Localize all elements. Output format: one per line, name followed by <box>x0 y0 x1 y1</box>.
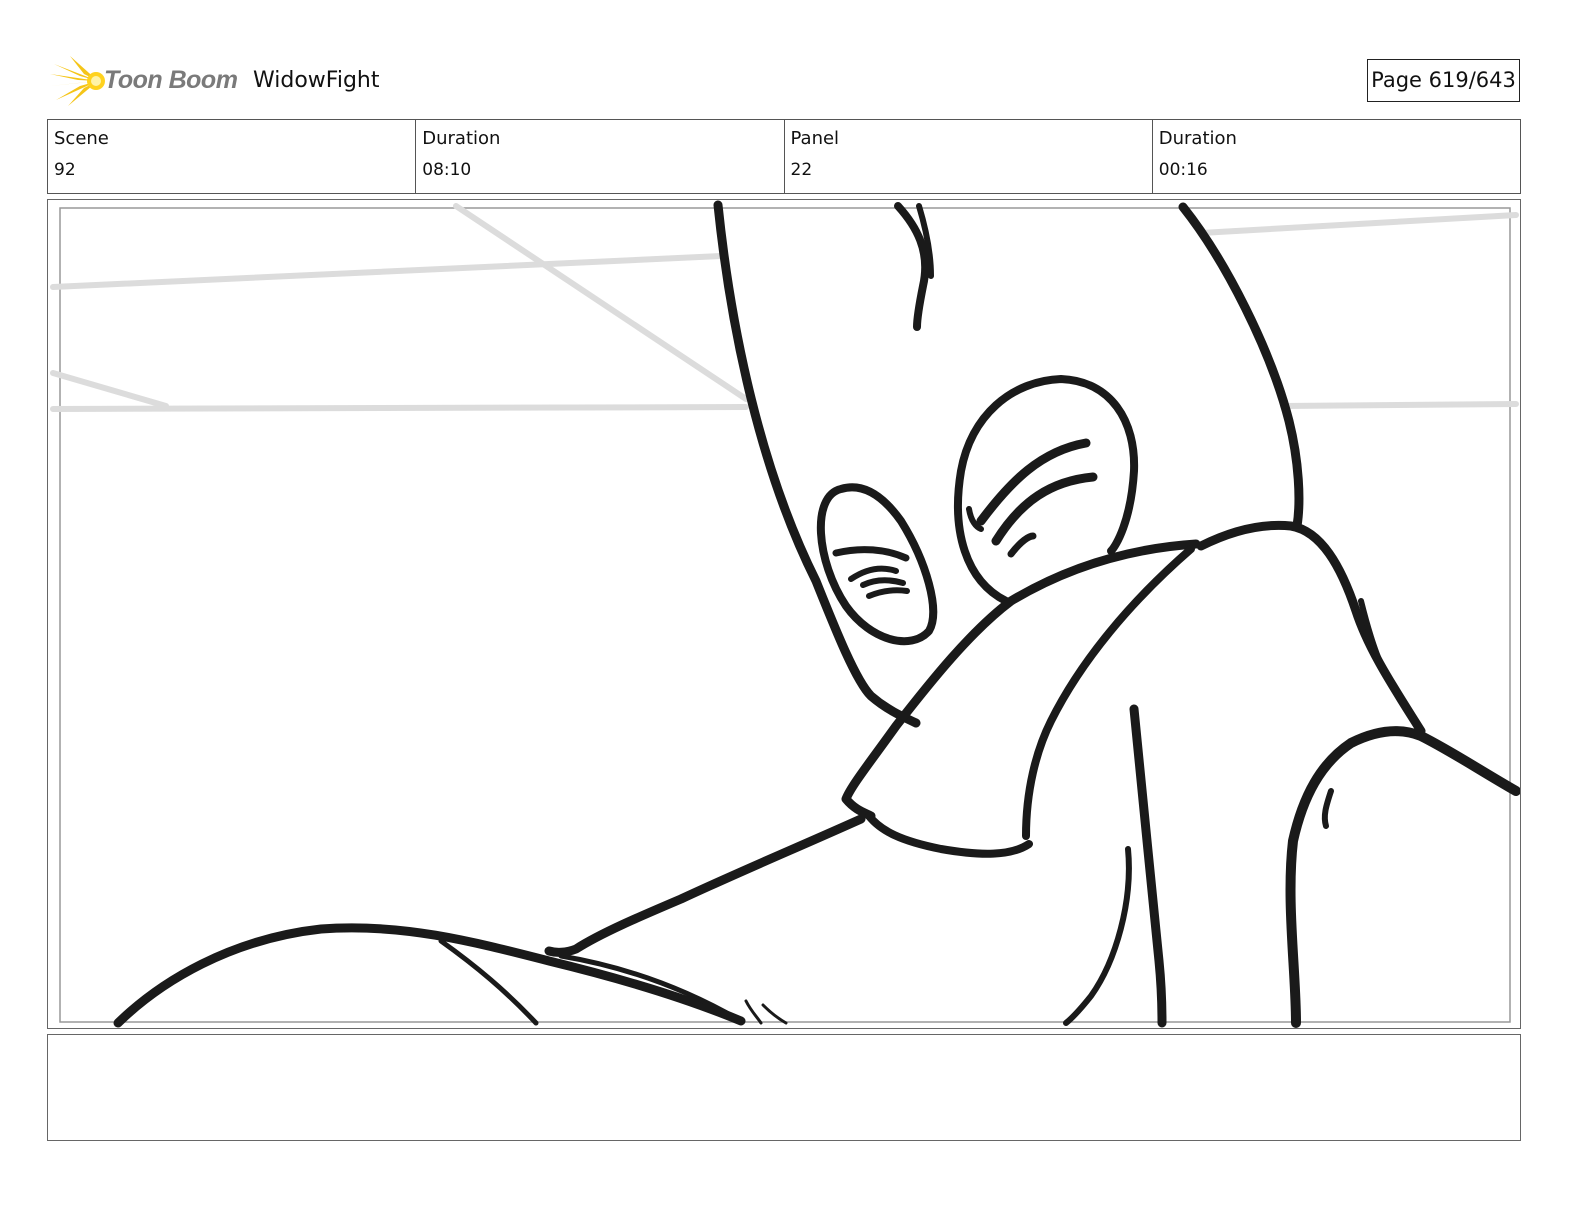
brand-name: Toon Boom <box>104 66 238 94</box>
panel-duration-value: 00:16 <box>1158 160 1208 180</box>
scene-duration-value: 08:10 <box>422 160 472 180</box>
storyboard-header: Toon Boom WidowFight <box>50 56 1540 106</box>
character-sketch <box>113 200 1520 1028</box>
project-title: WidowFight <box>253 68 380 93</box>
panel-duration-label: Duration <box>1158 128 1237 149</box>
scene-duration-label: Duration <box>422 128 501 149</box>
panel-sketch <box>50 200 1520 1028</box>
panel-duration-cell: Duration 00:16 <box>1153 120 1520 193</box>
scene-duration-cell: Duration 08:10 <box>416 120 785 193</box>
page-indicator: Page 619/643 <box>1367 59 1520 102</box>
panel-value: 22 <box>790 160 813 180</box>
panel-notes-box <box>47 1034 1521 1141</box>
panel-cell: Panel 22 <box>785 120 1153 193</box>
panel-drawing-frame <box>47 199 1521 1029</box>
scene-info-table: Scene 92 Duration 08:10 Panel 22 Duratio… <box>47 119 1521 194</box>
toon-boom-star-icon <box>50 56 105 106</box>
scene-value: 92 <box>54 160 76 180</box>
scene-cell: Scene 92 <box>48 120 417 193</box>
background-guides <box>50 203 1519 412</box>
panel-label: Panel <box>790 128 840 149</box>
scene-label: Scene <box>54 128 109 149</box>
